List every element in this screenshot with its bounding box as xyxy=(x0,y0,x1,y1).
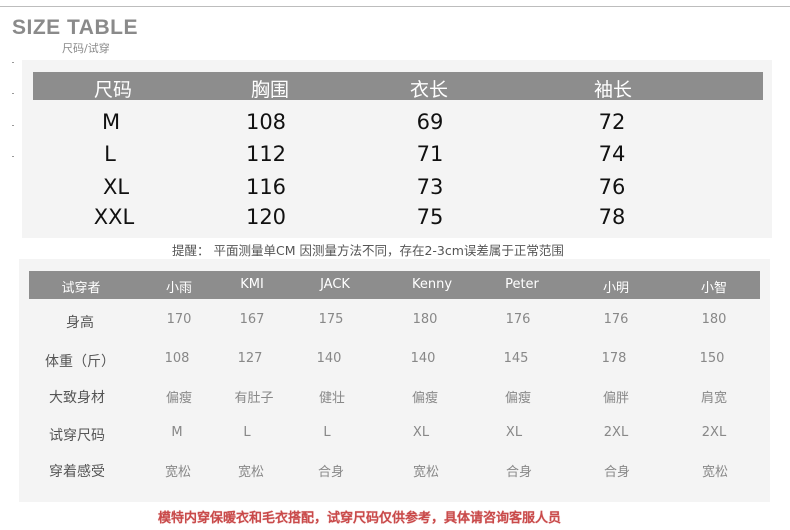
margin-dot xyxy=(12,156,14,157)
tryon-cell: 170 xyxy=(166,312,192,327)
size-cell: 108 xyxy=(245,110,287,134)
size-cell: 76 xyxy=(598,175,626,199)
size-cell: XXL xyxy=(93,205,135,229)
size-cell: 120 xyxy=(245,205,287,229)
margin-dot xyxy=(12,93,14,94)
tryon-cell: 健壮 xyxy=(318,391,346,406)
tryon-header-cell: JACK xyxy=(320,277,350,292)
tryon-cell: 176 xyxy=(603,312,629,327)
size-cell: 69 xyxy=(416,110,444,134)
tryon-header-cell: Kenny xyxy=(411,277,453,292)
tryon-header-cell: 试穿者 xyxy=(61,281,101,296)
tryon-cell: XL xyxy=(412,425,430,440)
tryon-row-label: 体重（斤） xyxy=(45,354,115,370)
tryon-table-header: 试穿者 小雨 KMI JACK Kenny Peter 小明 小智 xyxy=(29,271,760,299)
size-header-cell: 衣长 xyxy=(409,79,449,101)
size-cell: 71 xyxy=(416,142,444,166)
tryon-cell: 宽松 xyxy=(701,465,729,480)
tryon-header-cell: KMI xyxy=(240,277,264,292)
tryon-cell: 178 xyxy=(601,351,627,366)
size-cell: 74 xyxy=(598,142,626,166)
tryon-cell: 145 xyxy=(503,351,529,366)
size-cell: 72 xyxy=(598,110,626,134)
tryon-row-label: 穿着感受 xyxy=(49,464,105,480)
measurement-note: 提醒： 平面测量单CM 因测量方法不同，存在2-3cm误差属于正常范围 xyxy=(172,243,564,258)
footer-disclaimer: 模特内穿保暖衣和毛衣搭配，试穿尺码仅供参考，具体请咨询客服人员 xyxy=(158,511,562,526)
tryon-cell: 偏瘦 xyxy=(411,391,439,406)
tryon-cell: 176 xyxy=(505,312,531,327)
size-cell: M xyxy=(101,110,121,134)
top-divider xyxy=(0,6,790,7)
page-subtitle: 尺码/试穿 xyxy=(62,42,110,55)
tryon-cell: L xyxy=(243,425,251,440)
size-cell: 112 xyxy=(245,142,287,166)
tryon-cell: 宽松 xyxy=(164,465,192,480)
size-cell: 78 xyxy=(598,205,626,229)
tryon-cell: 肩宽 xyxy=(700,391,728,406)
tryon-cell: 175 xyxy=(318,312,344,327)
margin-dot xyxy=(12,62,14,63)
tryon-cell: 偏瘦 xyxy=(504,391,532,406)
tryon-header-cell: 小明 xyxy=(602,281,630,296)
tryon-cell: 合身 xyxy=(505,465,533,480)
size-header-cell: 尺码 xyxy=(93,79,133,101)
tryon-cell: L xyxy=(323,425,331,440)
tryon-cell: 108 xyxy=(164,351,190,366)
tryon-cell: 127 xyxy=(237,351,263,366)
tryon-header-cell: Peter xyxy=(505,277,539,292)
tryon-cell: 偏胖 xyxy=(602,391,630,406)
tryon-row-label: 试穿尺码 xyxy=(49,428,105,444)
tryon-cell: 偏瘦 xyxy=(165,391,193,406)
size-cell: XL xyxy=(102,175,130,199)
size-header-cell: 袖长 xyxy=(593,79,633,101)
tryon-cell: 2XL xyxy=(701,425,727,440)
tryon-cell: 2XL xyxy=(603,425,629,440)
tryon-cell: 140 xyxy=(410,351,436,366)
size-cell: 116 xyxy=(245,175,287,199)
tryon-cell: M xyxy=(171,425,183,440)
tryon-cell: 合身 xyxy=(603,465,631,480)
tryon-cell: 140 xyxy=(316,351,342,366)
tryon-header-cell: 小雨 xyxy=(165,281,193,296)
size-table-header: 尺码 胸围 衣长 袖长 xyxy=(33,72,763,101)
tryon-row-label: 大致身材 xyxy=(49,390,105,406)
margin-dot xyxy=(12,125,14,126)
size-cell: L xyxy=(104,142,116,166)
size-cell: 73 xyxy=(416,175,444,199)
tryon-cell: 有肚子 xyxy=(234,391,274,406)
tryon-cell: XL xyxy=(505,425,523,440)
tryon-cell: 180 xyxy=(701,312,727,327)
tryon-header-cell: 小智 xyxy=(700,281,728,296)
page-title: SIZE TABLE xyxy=(12,16,138,39)
size-cell: 75 xyxy=(416,205,444,229)
tryon-cell: 合身 xyxy=(317,465,345,480)
tryon-cell: 150 xyxy=(699,351,725,366)
tryon-cell: 167 xyxy=(239,312,265,327)
tryon-cell: 宽松 xyxy=(237,465,265,480)
tryon-cell: 180 xyxy=(412,312,438,327)
size-header-cell: 胸围 xyxy=(250,79,290,101)
tryon-cell: 宽松 xyxy=(412,465,440,480)
tryon-row-label: 身高 xyxy=(66,315,94,331)
